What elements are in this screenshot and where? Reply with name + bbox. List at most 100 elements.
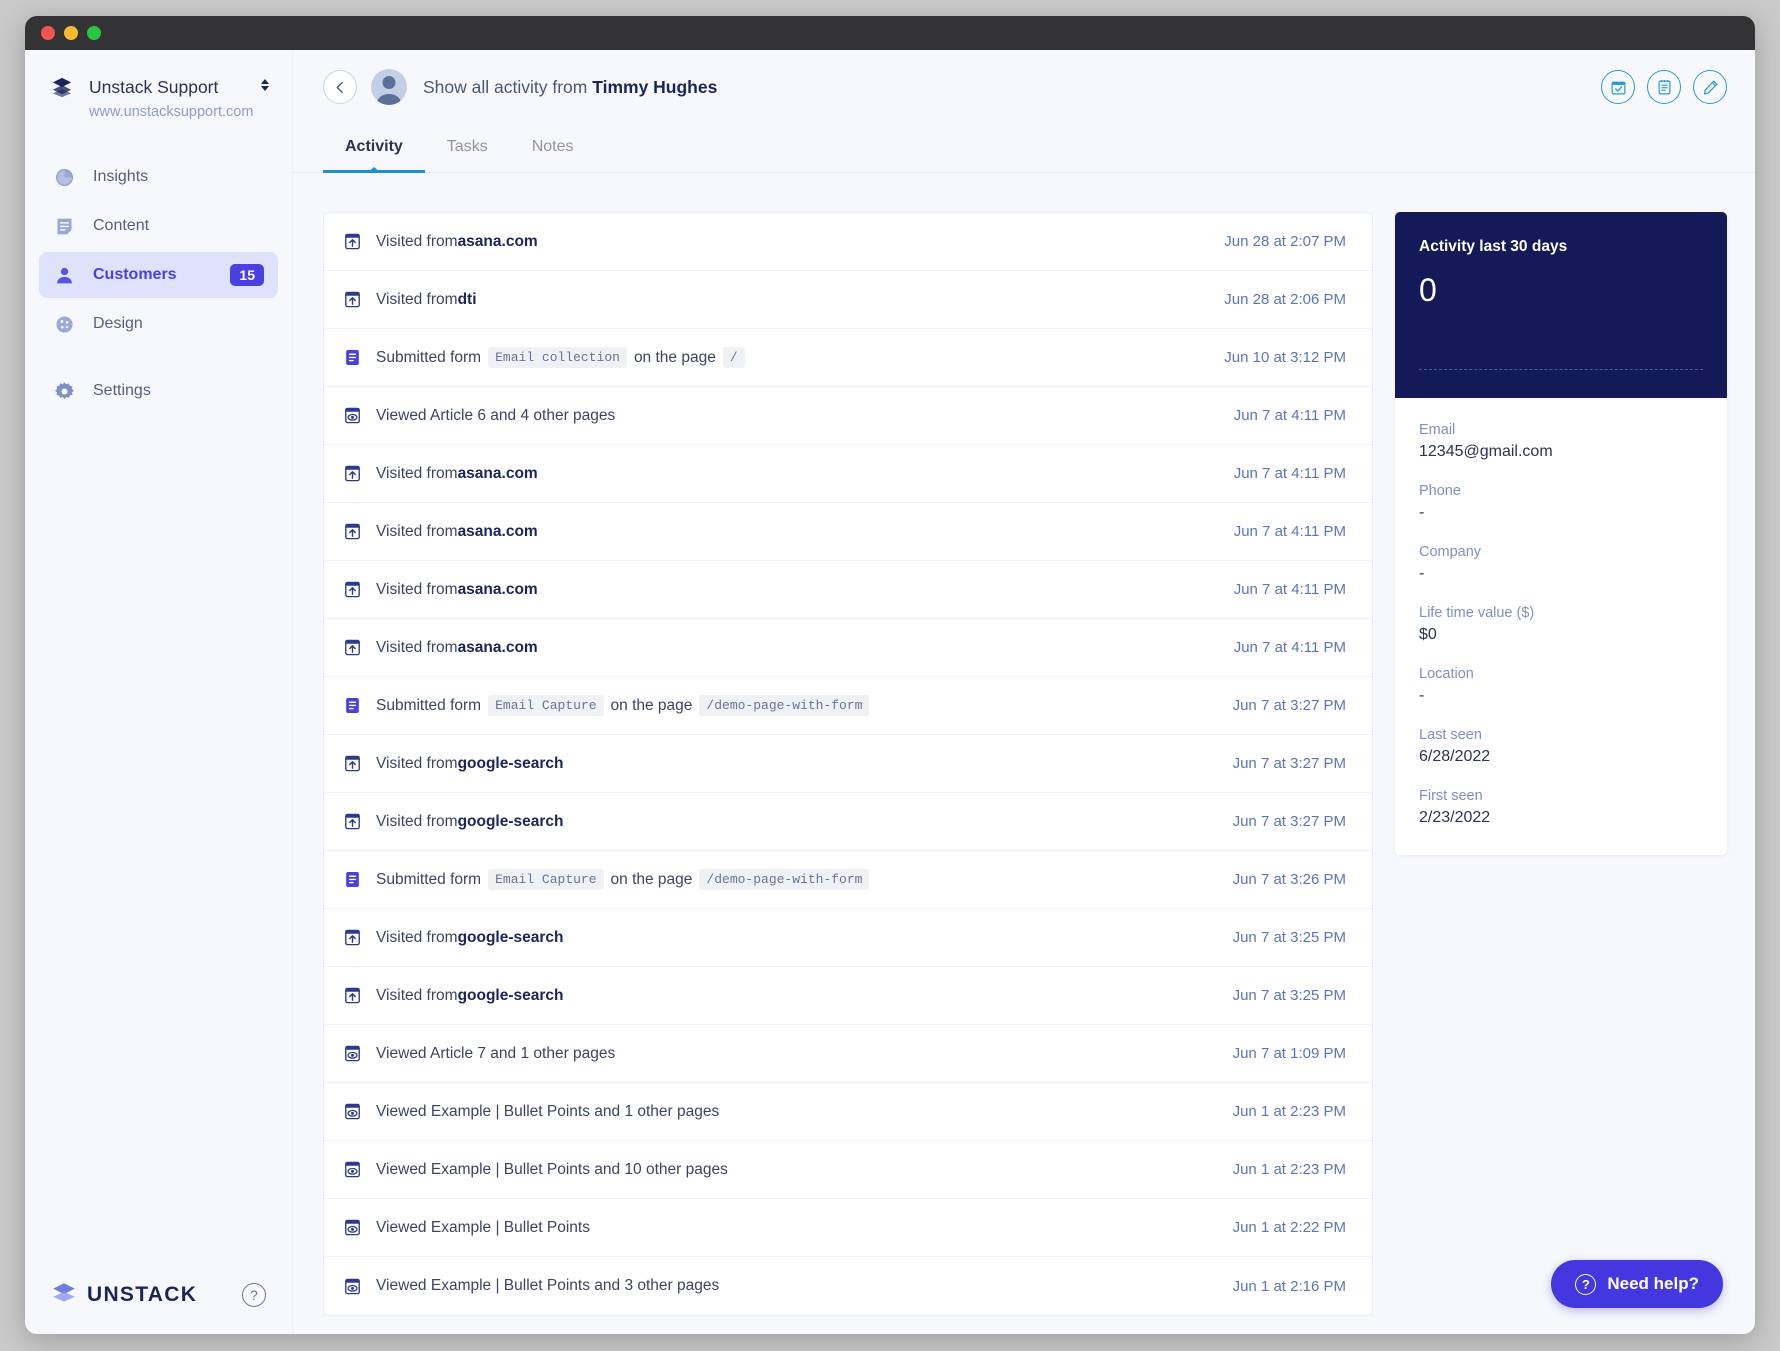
activity-row-prefix: Visited from: [376, 755, 458, 773]
activity-row-text: Visited from asana.com: [376, 639, 538, 657]
activity-row-source: asana.com: [458, 465, 538, 483]
detail-field: Location-: [1419, 666, 1703, 705]
activity-row-time: Jun 7 at 4:11 PM: [1234, 523, 1346, 540]
activity-row[interactable]: Visited from dtiJun 28 at 2:06 PM: [324, 271, 1372, 329]
activity-row[interactable]: Submitted formEmail collectionon the pag…: [324, 329, 1372, 387]
activity-row-text: Visited from google-search: [376, 755, 564, 773]
pencil-icon[interactable]: [1693, 70, 1727, 104]
sidebar-item-insights[interactable]: Insights: [39, 154, 278, 200]
chart-baseline: [1419, 369, 1703, 370]
unstack-logo-icon: [51, 1280, 77, 1311]
activity-row-text: Viewed Example | Bullet Points and 3 oth…: [376, 1277, 719, 1295]
sidebar: Unstack Support www.unstacksupport.com: [25, 50, 293, 1334]
activity-row[interactable]: Viewed Example | Bullet Points and 3 oth…: [324, 1257, 1372, 1315]
activity-row-text: Viewed Example | Bullet Points: [376, 1219, 590, 1237]
detail-label: Last seen: [1419, 727, 1703, 743]
activity-row[interactable]: Viewed Article 7 and 1 other pagesJun 7 …: [324, 1025, 1372, 1083]
detail-label: First seen: [1419, 788, 1703, 804]
sidebar-footer: UNSTACK ?: [25, 1256, 292, 1334]
sidebar-item-label: Design: [93, 315, 264, 333]
calendar-check-icon[interactable]: [1601, 70, 1635, 104]
activity-row[interactable]: Visited from google-searchJun 7 at 3:25 …: [324, 909, 1372, 967]
activity-row-time: Jun 7 at 3:27 PM: [1233, 697, 1346, 714]
sidebar-item-label: Content: [93, 217, 264, 235]
visit-icon: [342, 464, 362, 483]
sidebar-item-customers[interactable]: Customers 15: [39, 252, 278, 298]
activity-row-time: Jun 7 at 3:25 PM: [1233, 987, 1346, 1004]
activity-row-mid: on the page: [611, 871, 693, 889]
detail-label: Life time value ($): [1419, 605, 1703, 621]
activity-row[interactable]: Visited from asana.com Jun 7 at 4:11 PM: [324, 619, 1372, 677]
tab-label: Notes: [532, 138, 574, 155]
activity-row-time: Jun 7 at 4:11 PM: [1234, 465, 1346, 482]
page-topbar: Show all activity from Timmy Hughes: [293, 50, 1755, 124]
activity-row-prefix: Visited from: [376, 291, 458, 309]
tab-notes[interactable]: Notes: [510, 124, 596, 172]
window-maximize-button[interactable]: [87, 26, 101, 40]
activity-row-prefix: Visited from: [376, 987, 458, 1005]
activity-row[interactable]: Viewed Example | Bullet Points and 1 oth…: [324, 1083, 1372, 1141]
page-path-tag: /: [723, 347, 745, 368]
tab-tasks[interactable]: Tasks: [425, 124, 510, 172]
view-icon: [342, 1044, 362, 1063]
activity-row[interactable]: Visited from asana.comJun 7 at 4:11 PM: [324, 445, 1372, 503]
question-circle-icon[interactable]: ?: [242, 1283, 266, 1307]
activity-row[interactable]: Viewed Example | Bullet PointsJun 1 at 2…: [324, 1199, 1372, 1257]
activity-row-text: Visited from dti: [376, 291, 477, 309]
activity-row-source: dti: [458, 291, 477, 309]
activity-row[interactable]: Submitted formEmail Captureon the page/d…: [324, 677, 1372, 735]
activity-row[interactable]: Viewed Example | Bullet Points and 10 ot…: [324, 1141, 1372, 1199]
notepad-icon[interactable]: [1647, 70, 1681, 104]
content-area: Visited from asana.comJun 28 at 2:07 PMV…: [293, 180, 1755, 1334]
window-close-button[interactable]: [41, 26, 55, 40]
sidebar-item-design[interactable]: Design: [39, 301, 278, 347]
tab-activity[interactable]: Activity: [323, 124, 425, 172]
detail-value: $0: [1419, 626, 1703, 644]
activity-row[interactable]: Visited from google-search Jun 7 at 3:27 …: [324, 735, 1372, 793]
activity-row[interactable]: Visited from asana.comJun 7 at 4:11 PM: [324, 561, 1372, 619]
tab-label: Activity: [345, 138, 403, 155]
back-button[interactable]: [323, 70, 357, 104]
activity-row-text: Viewed Example | Bullet Points and 10 ot…: [376, 1161, 728, 1179]
activity-row[interactable]: Submitted formEmail Captureon the page/d…: [324, 851, 1372, 909]
workspace-url[interactable]: www.unstacksupport.com: [25, 98, 292, 120]
activity-row-time: Jun 7 at 4:11 PM: [1234, 639, 1346, 656]
window-minimize-button[interactable]: [64, 26, 78, 40]
visit-icon: [342, 986, 362, 1005]
page-title: Show all activity from Timmy Hughes: [423, 77, 717, 98]
detail-value: -: [1419, 504, 1703, 522]
workspace-name: Unstack Support: [89, 77, 242, 98]
visit-icon: [342, 290, 362, 309]
activity-row-time: Jun 28 at 2:07 PM: [1224, 233, 1346, 250]
activity-row-source: google-search: [458, 929, 564, 947]
detail-label: Company: [1419, 544, 1703, 560]
chevron-updown-icon[interactable]: [258, 77, 272, 98]
activity-row-text: Visited from google-search: [376, 813, 564, 831]
activity-row[interactable]: Visited from google-search Jun 7 at 3:27 …: [324, 793, 1372, 851]
activity-row-prefix: Viewed Example | Bullet Points and 1 oth…: [376, 1103, 719, 1121]
activity-row-time: Jun 7 at 3:27 PM: [1233, 755, 1346, 772]
visit-icon: [342, 812, 362, 831]
form-icon: [342, 870, 362, 889]
activity-row-text: Submitted formEmail collectionon the pag…: [376, 347, 752, 368]
sidebar-item-content[interactable]: Content: [39, 203, 278, 249]
visit-icon: [342, 522, 362, 541]
activity-row[interactable]: Visited from asana.comJun 28 at 2:07 PM: [324, 213, 1372, 271]
sidebar-item-settings[interactable]: Settings: [39, 368, 278, 414]
activity-row[interactable]: Visited from asana.comJun 7 at 4:11 PM: [324, 503, 1372, 561]
page-path-tag: /demo-page-with-form: [699, 869, 869, 890]
sidebar-nav: Insights Content: [25, 154, 292, 414]
need-help-button[interactable]: ? Need help?: [1551, 1260, 1723, 1308]
view-icon: [342, 1102, 362, 1121]
workspace-switcher[interactable]: Unstack Support: [25, 50, 292, 98]
activity-row[interactable]: Viewed Article 6 and 4 other pagesJun 7 …: [324, 387, 1372, 445]
activity-row[interactable]: Visited from google-search Jun 7 at 3:25 …: [324, 967, 1372, 1025]
activity-row-time: Jun 7 at 3:27 PM: [1233, 813, 1346, 830]
activity-row-text: Visited from google-search: [376, 987, 564, 1005]
customer-details: Email12345@gmail.comPhone-Company-Life t…: [1395, 398, 1727, 855]
activity-row-prefix: Visited from: [376, 929, 458, 947]
activity-row-source: google-search: [458, 813, 564, 831]
activity-row-prefix: Submitted form: [376, 349, 481, 367]
activity-row-source: asana.com: [458, 639, 538, 657]
main-content: Show all activity from Timmy Hughes: [293, 50, 1755, 1334]
